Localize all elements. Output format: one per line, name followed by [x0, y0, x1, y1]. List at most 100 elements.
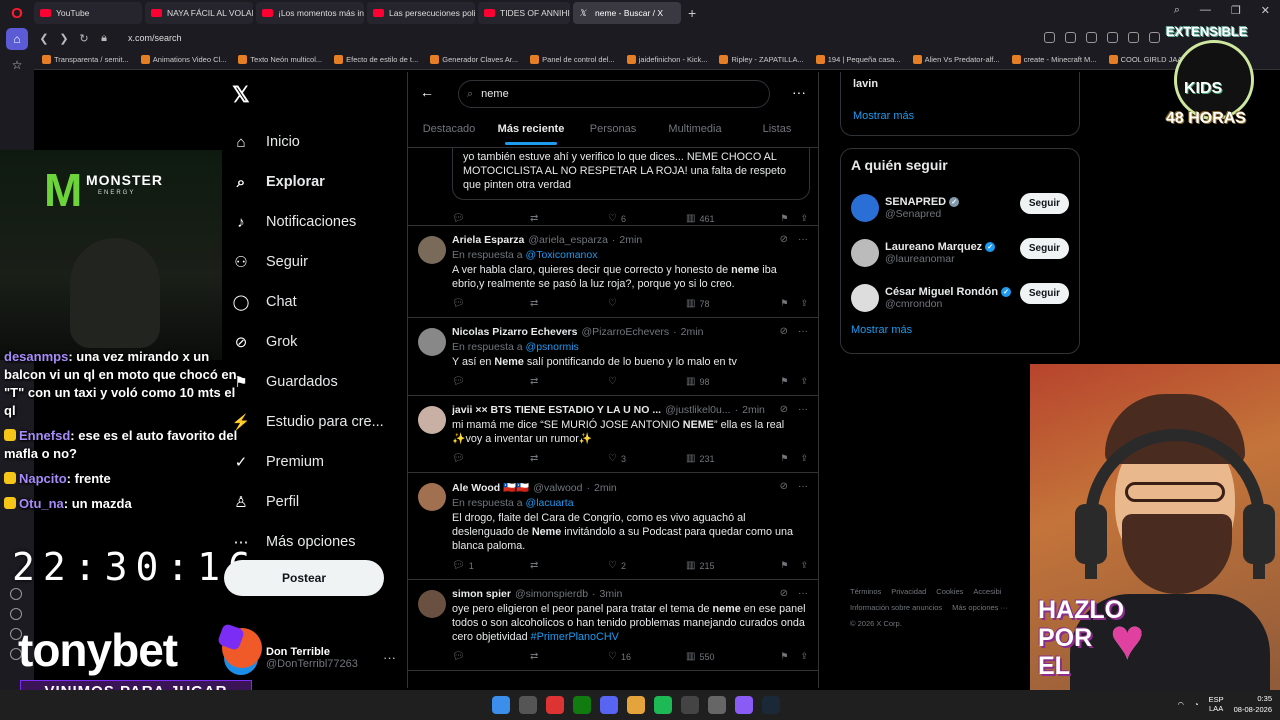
repost-button[interactable]: ⇄ [530, 213, 608, 224]
footer-link[interactable]: Términos [850, 587, 881, 596]
extensions-icon[interactable] [1149, 32, 1160, 43]
bookmark-item[interactable]: Generador Claves Ar... [430, 55, 518, 64]
tweet-time[interactable]: 3min [600, 588, 623, 600]
avatar[interactable] [851, 193, 879, 222]
show-more-follow-link[interactable]: Mostrar más [851, 324, 1069, 336]
reply-to-handle[interactable]: @lacuarta [526, 497, 574, 509]
footer-link[interactable]: Cookies [936, 587, 963, 596]
tab-naya[interactable]: NAYA FÁCIL AL VOLANTE [145, 2, 253, 24]
tweet-time[interactable]: 2min [742, 404, 765, 416]
nav-item-m-s-opciones[interactable]: ⋯ Más opciones [222, 522, 402, 562]
show-more-link[interactable]: Mostrar más [853, 110, 1067, 122]
nav-item-chat[interactable]: ◯ Chat [222, 282, 402, 322]
follow-name[interactable]: Laureano Marquez ✓ [885, 241, 996, 253]
avatar[interactable] [418, 236, 446, 264]
avatar[interactable] [851, 238, 879, 267]
footer-link[interactable]: Privacidad [891, 587, 926, 596]
footer-link[interactable]: Información sobre anuncios [850, 603, 942, 612]
share-icon[interactable] [1128, 32, 1139, 43]
tab-neme-search[interactable]: 𝕏neme - Buscar / X [573, 2, 681, 24]
avatar[interactable] [418, 328, 446, 356]
tab-tides[interactable]: TIDES OF ANNIHILATION [478, 2, 570, 24]
bookmark-item[interactable]: Panel de control del... [530, 55, 615, 64]
grok-icon[interactable]: ⊘ [780, 404, 788, 415]
more-icon[interactable]: ··· [798, 588, 808, 599]
more-icon[interactable]: ··· [798, 481, 808, 492]
avatar[interactable] [851, 283, 879, 312]
like-button[interactable]: ♡ 16 [608, 651, 686, 662]
tweet[interactable]: Ariela Esparza @ariela_esparza · 2min ⊘ ··· En… [408, 226, 818, 318]
bookmark-item[interactable]: Animations Video Cl... [140, 55, 226, 64]
bookmark-item[interactable]: Transparenta / semit... [42, 55, 129, 64]
follow-button[interactable]: Seguir [1019, 238, 1069, 259]
views-button[interactable]: ▥ 550 [686, 651, 764, 662]
minimize-icon[interactable]: — [1200, 4, 1211, 17]
follow-button[interactable]: Seguir [1019, 283, 1069, 304]
reply-to-handle[interactable]: @psnormis [526, 341, 579, 353]
bookmark-icon[interactable]: ⚑ [780, 376, 788, 387]
tweet-time[interactable]: 2min [619, 234, 642, 246]
bookmark-icon[interactable]: ⚑ [780, 213, 788, 224]
taskbar-clock[interactable]: 0:35 08-08-2026 [1234, 693, 1272, 715]
post-button[interactable]: Postear [224, 560, 384, 596]
like-button[interactable]: ♡ 3 [608, 453, 686, 464]
app-icon[interactable] [708, 696, 726, 714]
bookmark-icon[interactable]: ⚑ [780, 651, 788, 662]
new-tab-icon[interactable]: + [688, 5, 696, 21]
author-name[interactable]: javii ×× BTS TIENE ESTADIO Y LA U NO ... [452, 404, 661, 416]
tweet[interactable]: Ale Wood 🇨🇱🇨🇱 @valwood · 2min ⊘ ··· En respues… [408, 473, 818, 580]
more-icon[interactable]: ··· [383, 650, 396, 665]
maximize-icon[interactable]: ❐ [1231, 4, 1241, 17]
bookmark-item[interactable]: Ripley - ZAPATILLA... [719, 55, 804, 64]
follow-suggestion[interactable]: Laureano Marquez ✓ @laureanomar Seguir [851, 230, 1069, 275]
tab-listas[interactable]: Listas [736, 116, 818, 147]
reply-button[interactable]: 💬︎ [452, 453, 530, 464]
heart-icon[interactable] [10, 588, 22, 600]
share-icon[interactable]: ⇪ [800, 560, 808, 571]
more-icon[interactable]: ··· [798, 234, 808, 245]
author-name[interactable]: simon spier [452, 588, 511, 600]
follow-suggestion[interactable]: César Miguel Rondón ✓ @cmrondon Seguir [851, 275, 1069, 320]
tweet[interactable]: yo también estuve ahí y verifico lo que … [408, 148, 818, 226]
bookmark-item[interactable]: Efecto de estilo de t... [334, 55, 418, 64]
tweet-time[interactable]: 2min [594, 482, 617, 494]
grok-icon[interactable]: ⊘ [780, 326, 788, 337]
app2-icon[interactable] [735, 696, 753, 714]
task-view-icon[interactable] [519, 696, 537, 714]
nav-item-explorar[interactable]: ⌕ Explorar [222, 162, 402, 202]
nav-item-grok[interactable]: ⊘ Grok [222, 322, 402, 362]
hashtag-link[interactable]: #PrimerPlanoCHV [531, 631, 619, 643]
author-name[interactable]: Nicolas Pizarro Echevers [452, 326, 577, 338]
search-input[interactable] [481, 88, 732, 100]
wifi-icon[interactable]: ◠ [1178, 700, 1185, 709]
reply-button[interactable]: 💬︎ [452, 213, 530, 224]
bookmark-item[interactable]: jaidefinichon - Kick... [626, 55, 707, 64]
search-tabs-icon[interactable]: ⌕ [1174, 4, 1180, 17]
share-icon[interactable]: ⇪ [800, 376, 808, 387]
views-button[interactable]: ▥ 78 [686, 298, 764, 309]
more-icon[interactable]: ··· [798, 326, 808, 337]
footer-link[interactable]: © 2026 X Corp. [850, 619, 902, 628]
bookmark-icon[interactable] [1107, 32, 1118, 43]
obs-icon[interactable] [681, 696, 699, 714]
bookmark-item[interactable]: create - Minecraft M... [1011, 55, 1097, 64]
nav-item-inicio[interactable]: ⌂ Inicio [222, 122, 402, 162]
trend-item[interactable]: lavin [853, 78, 1067, 90]
nav-item-perfil[interactable]: ♙ Perfil [222, 482, 402, 522]
search-icon[interactable] [1044, 32, 1055, 43]
like-button[interactable]: ♡ 6 [608, 213, 686, 224]
nav-item-seguir[interactable]: ⚇ Seguir [222, 242, 402, 282]
share-icon[interactable]: ⇪ [800, 298, 808, 309]
author-name[interactable]: Ariela Esparza [452, 234, 524, 246]
back-icon[interactable]: ❮ [34, 32, 54, 45]
avatar[interactable] [418, 406, 446, 434]
back-arrow-icon[interactable]: ← [420, 84, 434, 100]
reply-button[interactable]: 💬︎ [452, 651, 530, 662]
follow-suggestion[interactable]: SENAPRED ✓ @Senapred Seguir [851, 185, 1069, 230]
spotify-icon[interactable] [654, 696, 672, 714]
grok-icon[interactable]: ⊘ [780, 481, 788, 492]
home-icon[interactable]: ⌂ [6, 28, 28, 50]
quoted-tweet-text[interactable]: yo también estuve ahí y verifico lo que … [452, 148, 810, 200]
author-handle[interactable]: @justlikel0u... [665, 404, 731, 416]
bookmark-icon[interactable]: ⚑ [780, 560, 788, 571]
